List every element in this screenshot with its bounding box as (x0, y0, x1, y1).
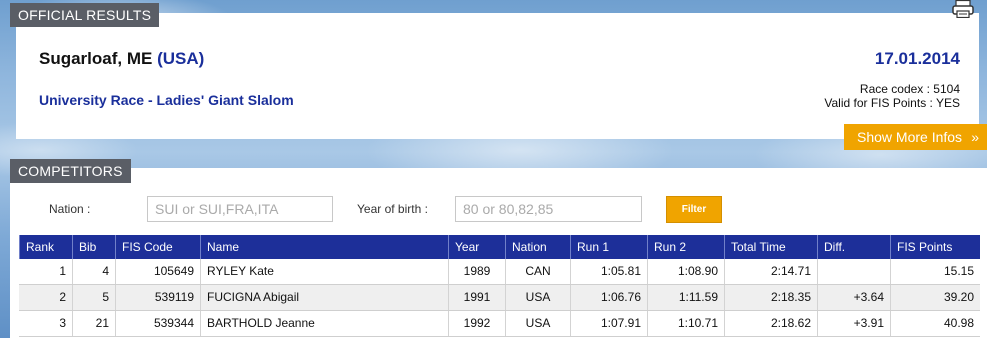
diff-cell: +3.64 (817, 285, 890, 310)
year-cell: 1989 (448, 259, 505, 284)
athlete-name-link[interactable]: FUCIGNA Abigail (200, 285, 448, 310)
competitors-tab: COMPETITORS (10, 159, 131, 183)
year-of-birth-input[interactable] (455, 196, 642, 222)
race-event: University Race - Ladies' Giant Slalom (39, 92, 294, 108)
header-name[interactable]: Name (200, 235, 448, 259)
official-results-panel: Sugarloaf, ME (USA) 17.01.2014 Universit… (16, 13, 979, 139)
header-bib[interactable]: Bib (72, 235, 115, 259)
run-1-cell: 1:06.76 (570, 285, 647, 310)
show-more-label: Show More Infos (857, 129, 963, 145)
table-row[interactable]: 2 5 539119 FUCIGNA Abigail 1991 USA 1:06… (19, 285, 980, 311)
year-of-birth-label: Year of birth : (357, 202, 428, 216)
nation-label: Nation : (49, 202, 91, 216)
year-cell: 1992 (448, 311, 505, 336)
race-venue: Sugarloaf, ME (USA) (39, 49, 204, 69)
fis-points-validity: Valid for FIS Points : YES (824, 96, 960, 110)
total-time-cell: 2:14.71 (724, 259, 817, 284)
header-run-2[interactable]: Run 2 (647, 235, 724, 259)
fis-code-cell: 105649 (115, 259, 200, 284)
results-header-row: Rank Bib FIS Code Name Year Nation Run 1… (19, 235, 980, 259)
table-row[interactable]: 1 4 105649 RYLEY Kate 1989 CAN 1:05.81 1… (19, 259, 980, 285)
fis-points-cell: 39.20 (890, 285, 980, 310)
header-fis-code[interactable]: FIS Code (115, 235, 200, 259)
diff-cell (817, 259, 890, 284)
header-fis-points[interactable]: FIS Points (890, 235, 980, 259)
header-diff[interactable]: Diff. (817, 235, 890, 259)
race-date: 17.01.2014 (874, 49, 960, 68)
bib-cell: 4 (72, 259, 115, 284)
nation-input[interactable] (147, 196, 333, 222)
bib-cell: 5 (72, 285, 115, 310)
table-row[interactable]: 3 21 539344 BARTHOLD Jeanne 1992 USA 1:0… (19, 311, 980, 337)
athlete-name-link[interactable]: RYLEY Kate (200, 259, 448, 284)
nation-cell: USA (505, 311, 570, 336)
header-nation[interactable]: Nation (505, 235, 570, 259)
rank-cell: 3 (59, 316, 66, 330)
header-total-time[interactable]: Total Time (724, 235, 817, 259)
double-chevron-right-icon: » (971, 129, 979, 145)
run-2-cell: 1:08.90 (647, 259, 724, 284)
run-2-cell: 1:10.71 (647, 311, 724, 336)
header-run-1[interactable]: Run 1 (570, 235, 647, 259)
fis-code-cell: 539344 (115, 311, 200, 336)
fis-points-cell: 40.98 (890, 311, 980, 336)
rank-cell: 1 (59, 264, 66, 278)
race-place: Sugarloaf, ME (39, 49, 153, 68)
total-time-cell: 2:18.62 (724, 311, 817, 336)
athlete-name-link[interactable]: BARTHOLD Jeanne (200, 311, 448, 336)
printer-icon[interactable] (951, 0, 975, 18)
race-country: (USA) (157, 49, 205, 68)
official-results-tab: OFFICIAL RESULTS (10, 3, 160, 27)
year-cell: 1991 (448, 285, 505, 310)
nation-cell: USA (505, 285, 570, 310)
total-time-cell: 2:18.35 (724, 285, 817, 310)
header-rank[interactable]: Rank (19, 235, 72, 259)
filter-button[interactable]: Filter (666, 196, 722, 223)
nation-cell: CAN (505, 259, 570, 284)
run-2-cell: 1:11.59 (647, 285, 724, 310)
bib-cell: 21 (72, 311, 115, 336)
run-1-cell: 1:05.81 (570, 259, 647, 284)
run-1-cell: 1:07.91 (570, 311, 647, 336)
race-codex: Race codex : 5104 (859, 82, 960, 96)
diff-cell: +3.91 (817, 311, 890, 336)
fis-points-cell: 15.15 (890, 259, 980, 284)
header-year[interactable]: Year (448, 235, 505, 259)
rank-cell: 2 (59, 290, 66, 304)
results-table: Rank Bib FIS Code Name Year Nation Run 1… (19, 235, 980, 337)
fis-code-cell: 539119 (115, 285, 200, 310)
show-more-infos-button[interactable]: Show More Infos » (844, 124, 987, 150)
race-info: Race codex : 5104 Valid for FIS Points :… (824, 82, 960, 110)
